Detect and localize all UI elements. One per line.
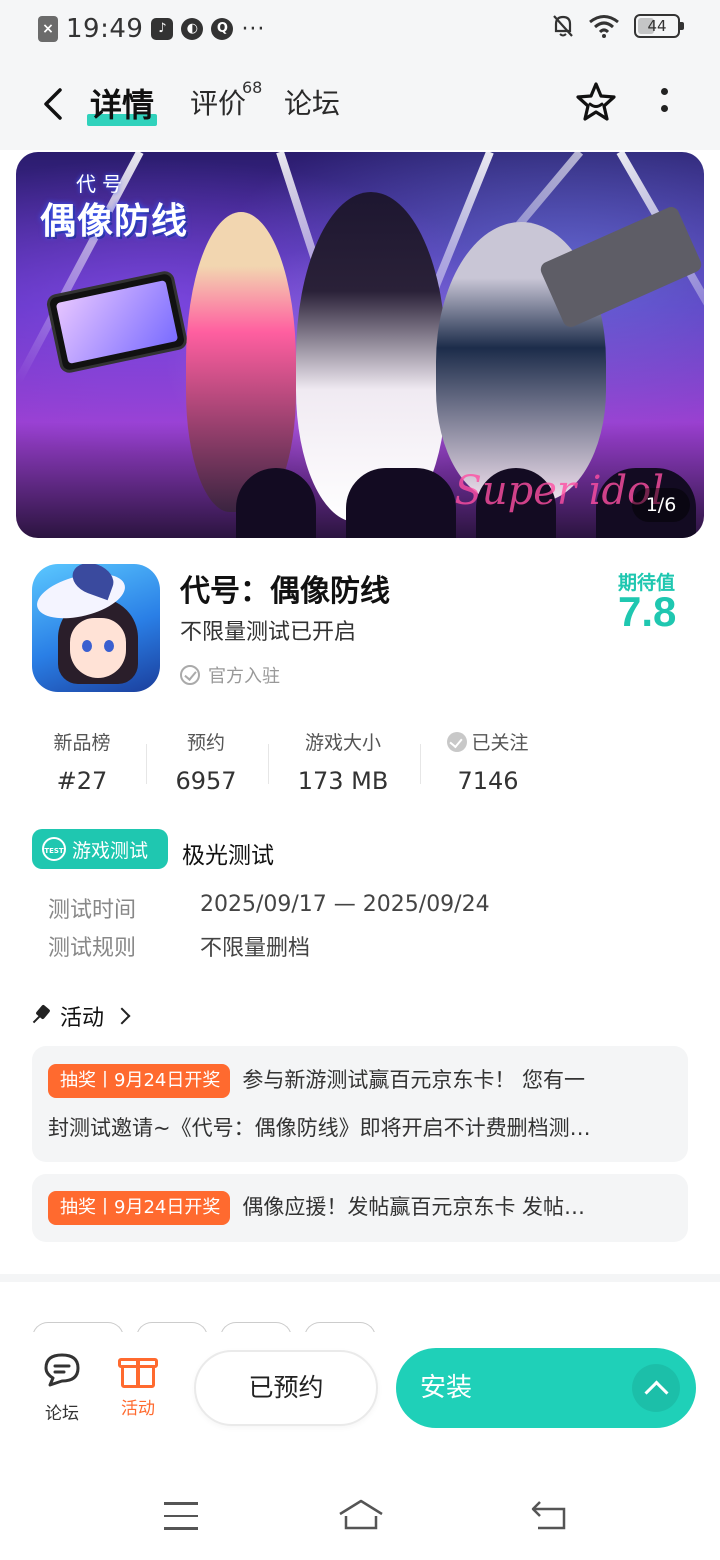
more-options-icon[interactable] [654, 88, 674, 122]
forum-chat-icon [44, 1353, 80, 1387]
more-notifications-icon: ··· [241, 16, 266, 42]
home-icon[interactable] [338, 1498, 384, 1532]
stat-label: 新品榜 [53, 732, 111, 754]
lottery-tag: 抽奖丨9月24日开奖 [48, 1191, 231, 1225]
tab-review[interactable]: 评价 [190, 82, 246, 122]
activity-card[interactable]: 抽奖丨9月24日开奖 参与新游测试赢百元京东卡！ 您有一 封测试邀请~《代号：偶像… [32, 1046, 688, 1162]
crowd-silhouette [346, 468, 456, 538]
activity-button[interactable]: 活动 [108, 1352, 168, 1419]
verified-check-icon [180, 665, 200, 685]
stat-value: #27 [56, 767, 108, 795]
tab-forum[interactable]: 论坛 [284, 82, 340, 122]
activity-card[interactable]: 抽奖丨9月24日开奖 偶像应援！发帖赢百元京东卡 发帖… [32, 1174, 688, 1242]
official-badge: 官方入驻 [180, 662, 280, 688]
crowd-silhouette [236, 468, 316, 538]
tiktok-icon: ♪ [151, 18, 174, 40]
banner-carousel[interactable]: 代号 偶像防线 Super idol 1/6 [16, 152, 704, 538]
test-name: 极光测试 [182, 843, 274, 869]
search-app-icon: Q [211, 18, 234, 40]
test-time-label: 测试时间 [48, 898, 137, 923]
battery-indicator: 44 [634, 14, 684, 38]
activity-text: 参与新游测试赢百元京东卡！ 您有一 [242, 1068, 586, 1092]
lottery-tag: 抽奖丨9月24日开奖 [48, 1064, 231, 1098]
stat-value: 6957 [175, 767, 237, 795]
app-notification-icon: ◐ [181, 18, 204, 40]
game-subtitle: 不限量测试已开启 [180, 620, 357, 645]
install-button[interactable]: 安装 [396, 1348, 696, 1428]
forum-label: 论坛 [45, 1404, 79, 1424]
test-rule-label: 测试规则 [48, 936, 137, 961]
stat-rank[interactable]: 新品榜 #27 [20, 728, 144, 795]
official-label: 官方入驻 [208, 666, 280, 687]
banner-page-counter: 1/6 [632, 488, 690, 522]
stat-label: 已关注 [471, 732, 529, 754]
banner-logo: 偶像防线 [40, 201, 189, 242]
stats-row: 新品榜 #27 预约 6957 游戏大小 173 MB 已关注 7146 [20, 728, 560, 798]
activity-header[interactable]: 活动 [32, 1000, 131, 1032]
followed-check-icon [447, 731, 468, 752]
chevron-right-icon [113, 1007, 131, 1025]
top-nav: 详情 评价 68 论坛 [0, 58, 720, 150]
activity-label: 活动 [121, 1399, 155, 1419]
notification-x-icon: × [38, 16, 58, 42]
back-arrow-icon[interactable] [36, 84, 70, 124]
stat-value: 173 MB [297, 767, 389, 795]
favorite-star-icon[interactable] [574, 80, 618, 124]
stat-following[interactable]: 已关注 7146 [430, 728, 546, 795]
activity-title: 活动 [60, 1006, 105, 1031]
section-divider [0, 1274, 720, 1282]
game-title: 代号：偶像防线 [180, 574, 390, 609]
gift-icon [118, 1352, 158, 1388]
review-count-badge: 68 [242, 78, 263, 97]
stat-label: 预约 [186, 732, 225, 754]
stat-label: 游戏大小 [304, 732, 381, 754]
test-time-value: 2025/09/17 — 2025/09/24 [200, 892, 490, 917]
stat-reservations: 预约 6957 [146, 728, 266, 795]
divider [420, 744, 421, 784]
recent-apps-icon[interactable] [164, 1502, 198, 1540]
weapon-artwork [538, 204, 704, 330]
test-rule-value: 不限量删档 [200, 936, 311, 961]
expectation-score: 7.8 [618, 588, 677, 635]
mute-bell-icon [553, 15, 573, 37]
activity-text: 封测试邀请~《代号：偶像防线》即将开启不计费删档测… [48, 1116, 591, 1140]
tab-detail[interactable]: 详情 [90, 80, 154, 126]
reserved-button[interactable]: 已预约 [194, 1350, 378, 1426]
character-art-left [186, 212, 296, 512]
pin-icon [32, 1006, 50, 1026]
activity-text: 偶像应援！发帖赢百元京东卡 发帖… [242, 1195, 586, 1219]
expand-up-icon[interactable] [632, 1364, 680, 1412]
wifi-icon [589, 15, 619, 38]
system-back-icon[interactable] [530, 1500, 568, 1530]
stat-size: 游戏大小 173 MB [268, 728, 418, 795]
install-label: 安装 [420, 1373, 473, 1403]
game-test-badge: TEST 游戏测试 [32, 829, 168, 869]
status-time: 19:49 [66, 14, 144, 44]
system-navigation-bar [0, 1460, 720, 1560]
test-clock-icon: TEST [42, 837, 66, 861]
status-bar: × 19:49 ♪ ◐ Q ··· 44 [0, 0, 720, 58]
stat-value: 7146 [457, 767, 519, 795]
game-app-icon [32, 564, 160, 692]
test-badge-label: 游戏测试 [72, 839, 149, 862]
bottom-action-bar: 论坛 活动 已预约 安装 [0, 1332, 720, 1442]
forum-button[interactable]: 论坛 [32, 1352, 92, 1424]
